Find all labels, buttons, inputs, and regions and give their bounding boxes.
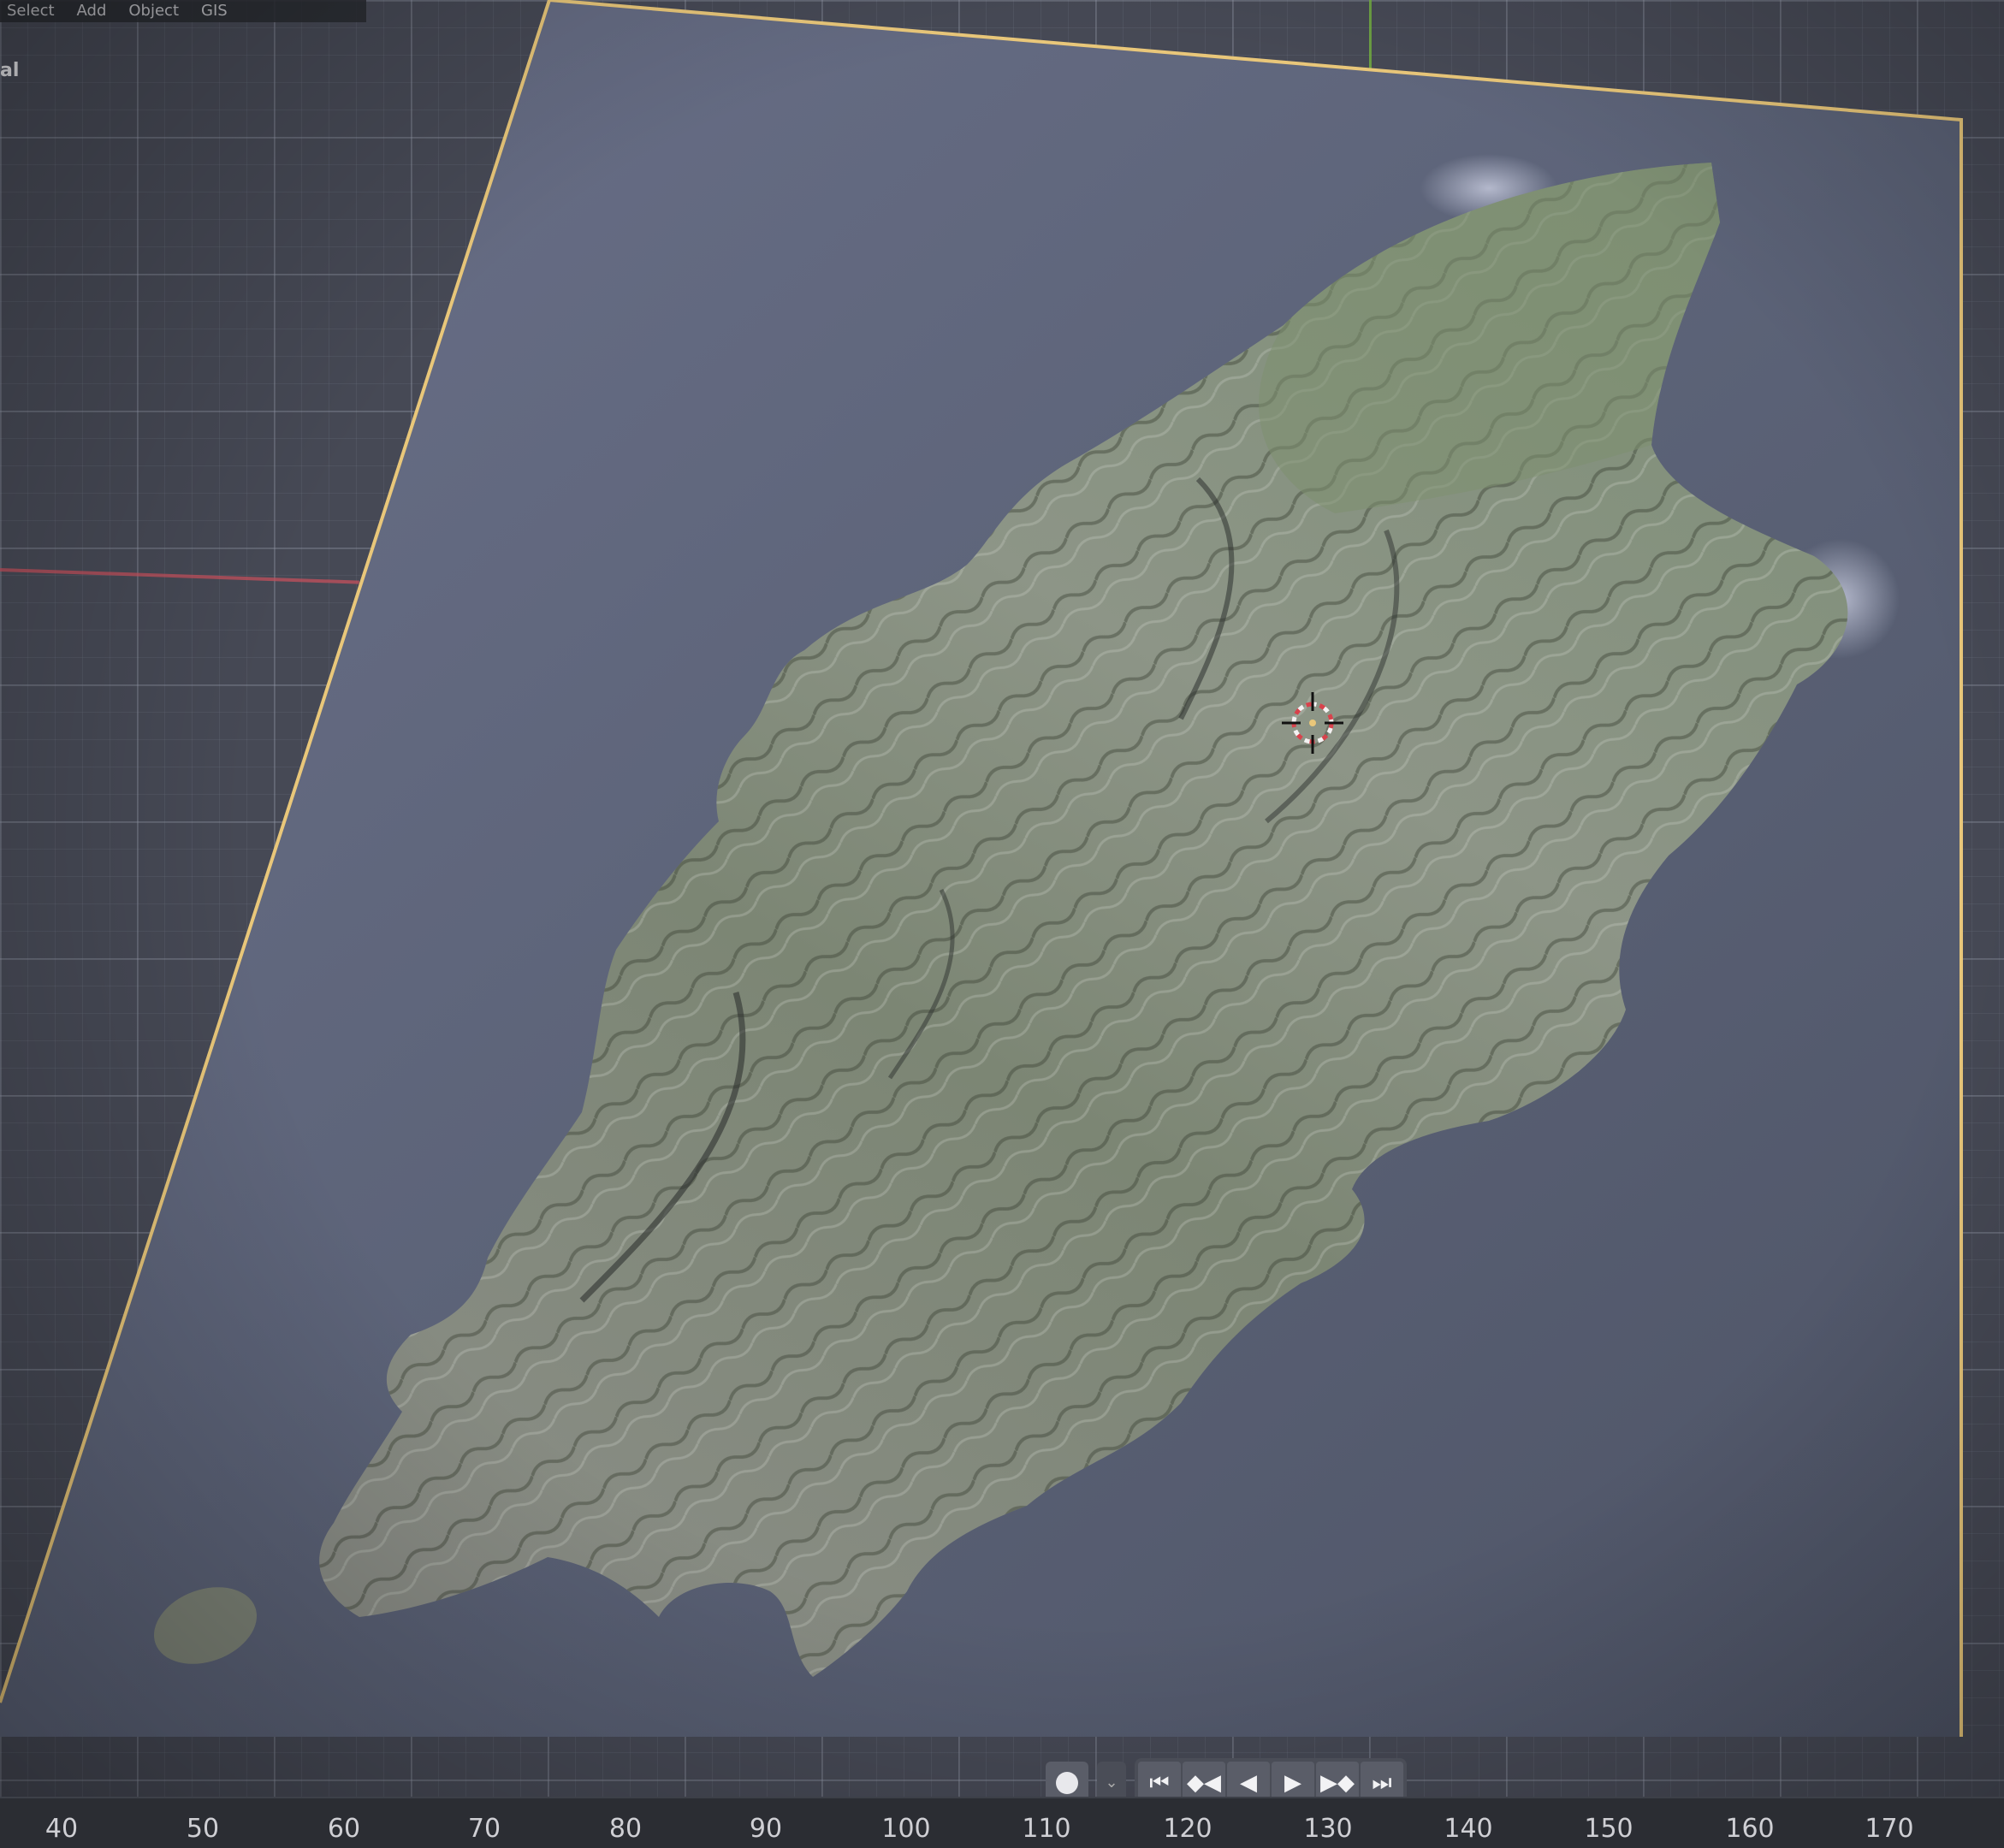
timeline-ruler[interactable]: 40 50 60 70 80 90 100 110 120 130 140 15… [0, 1797, 2004, 1848]
timeline-tick: 100 [881, 1814, 931, 1844]
timeline-tick: 160 [1725, 1814, 1775, 1844]
timeline-tick: 120 [1163, 1814, 1212, 1844]
timeline-tick: 110 [1022, 1814, 1071, 1844]
timeline-tick: 170 [1865, 1814, 1914, 1844]
timeline-tick: 70 [467, 1814, 501, 1844]
timeline-tick: 140 [1444, 1814, 1493, 1844]
timeline-tick: 50 [186, 1814, 220, 1844]
3d-viewport[interactable]: Select Add Object GIS al ⌄ ⏮ ◆◀ ◀ ▶ ▶◆ ⏭… [0, 0, 2004, 1848]
timeline-tick: 90 [749, 1814, 783, 1844]
timeline-tick: 130 [1303, 1814, 1353, 1844]
viewport-scene[interactable] [0, 0, 2004, 1848]
timeline-tick: 80 [608, 1814, 643, 1844]
timeline-tick: 150 [1584, 1814, 1633, 1844]
timeline-tick: 60 [327, 1814, 361, 1844]
record-icon [1056, 1772, 1078, 1794]
timeline-tick: 40 [44, 1814, 79, 1844]
